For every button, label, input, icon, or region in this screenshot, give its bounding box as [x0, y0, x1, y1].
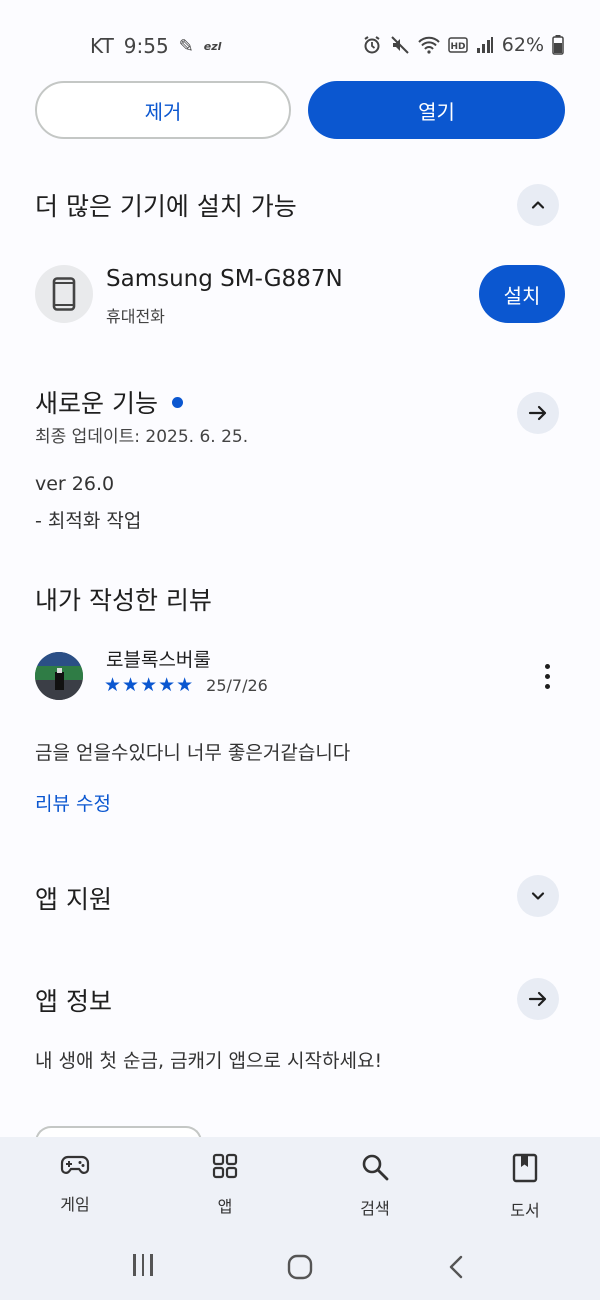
- release-notes: - 최적화 작업: [35, 510, 142, 532]
- app-support-title: 앱 지원: [35, 885, 112, 914]
- signal-icon: [476, 37, 493, 53]
- install-button-label: 설치: [503, 283, 541, 308]
- whats-new-header[interactable]: 새로운 기능: [35, 384, 183, 420]
- book-icon: [512, 1153, 538, 1183]
- open-button[interactable]: 열기: [308, 81, 565, 139]
- wifi-icon: [418, 36, 440, 54]
- collapse-button[interactable]: [517, 184, 559, 226]
- remove-button[interactable]: 제거: [35, 81, 291, 139]
- review-menu-button[interactable]: [532, 660, 562, 694]
- nav-label-apps: 앱: [217, 1197, 233, 1216]
- back-icon: [449, 1255, 463, 1279]
- apps-grid-icon: [212, 1153, 238, 1179]
- app-info-title: 앱 정보: [35, 987, 112, 1016]
- avatar: [35, 652, 83, 700]
- whats-new-arrow-button[interactable]: [517, 392, 559, 434]
- arrow-right-icon: [528, 405, 547, 421]
- device-avatar: [35, 265, 93, 323]
- status-right: HD 62%: [362, 34, 564, 56]
- app-info-arrow-button[interactable]: [517, 978, 559, 1020]
- new-indicator-dot: [171, 396, 183, 408]
- version-text: ver 26.0: [35, 473, 115, 495]
- nav-item-games[interactable]: 게임: [25, 1153, 125, 1215]
- svg-text:HD: HD: [450, 42, 465, 52]
- chevron-down-icon: [531, 892, 545, 900]
- carrier-label: KT: [90, 34, 114, 58]
- battery-icon: [552, 35, 564, 55]
- nav-item-search[interactable]: 검색: [325, 1153, 425, 1219]
- nav-label-search: 검색: [360, 1199, 390, 1218]
- open-button-label: 열기: [418, 99, 455, 124]
- hd-icon: HD: [448, 37, 468, 53]
- my-review-title: 내가 작성한 리뷰: [35, 586, 212, 615]
- mute-icon: [391, 36, 409, 54]
- nav-label-books: 도서: [510, 1201, 540, 1220]
- whats-new-title: 새로운 기능: [35, 389, 158, 418]
- search-icon: [362, 1154, 389, 1181]
- battery-label: 62%: [501, 34, 544, 56]
- edit-review-link[interactable]: 리뷰 수정: [35, 789, 111, 816]
- chevron-up-icon: [531, 201, 545, 209]
- more-devices-title: 더 많은 기기에 설치 가능: [35, 192, 297, 221]
- avatar-image: [35, 652, 83, 700]
- nav-item-apps[interactable]: 앱: [175, 1153, 275, 1217]
- review-author: 로블록스버룰: [106, 649, 211, 671]
- review-text: 금을 얻을수있다니 너무 좋은거같습니다: [35, 742, 351, 764]
- extra-label: ezl: [203, 39, 222, 53]
- app-support-expand-button[interactable]: [517, 875, 559, 917]
- recents-icon: [133, 1254, 153, 1278]
- device-type: 휴대전화: [106, 307, 165, 326]
- back-button[interactable]: [447, 1254, 465, 1284]
- review-meta: ★★★★★ 25/7/26: [104, 674, 268, 696]
- star-rating: ★★★★★: [104, 674, 195, 696]
- home-button[interactable]: [287, 1254, 313, 1284]
- pen-icon: ✎: [178, 35, 194, 57]
- arrow-right-icon: [528, 991, 547, 1007]
- status-left: KT 9:55 ✎ ezl: [90, 34, 221, 58]
- alarm-icon: [364, 36, 380, 54]
- more-vert-icon: [544, 664, 550, 689]
- bottom-nav: 게임 앱 검색 도서: [0, 1137, 600, 1300]
- time-label: 9:55: [123, 34, 169, 58]
- phone-icon: [52, 277, 76, 311]
- status-bar: KT 9:55 ✎ ezl HD 62%: [0, 30, 600, 62]
- recent-apps-button[interactable]: [130, 1254, 156, 1278]
- install-button[interactable]: 설치: [479, 265, 565, 323]
- device-name: Samsung SM-G887N: [106, 266, 343, 292]
- review-date: 25/7/26: [206, 675, 268, 695]
- nav-item-books[interactable]: 도서: [475, 1153, 575, 1221]
- nav-label-games: 게임: [60, 1195, 90, 1214]
- home-icon: [287, 1254, 313, 1280]
- remove-button-label: 제거: [144, 99, 182, 124]
- gamepad-icon: [60, 1155, 90, 1174]
- app-description: 내 생애 첫 순금, 금캐기 앱으로 시작하세요!: [35, 1050, 383, 1072]
- last-updated: 최종 업데이트: 2025. 6. 25.: [35, 427, 249, 447]
